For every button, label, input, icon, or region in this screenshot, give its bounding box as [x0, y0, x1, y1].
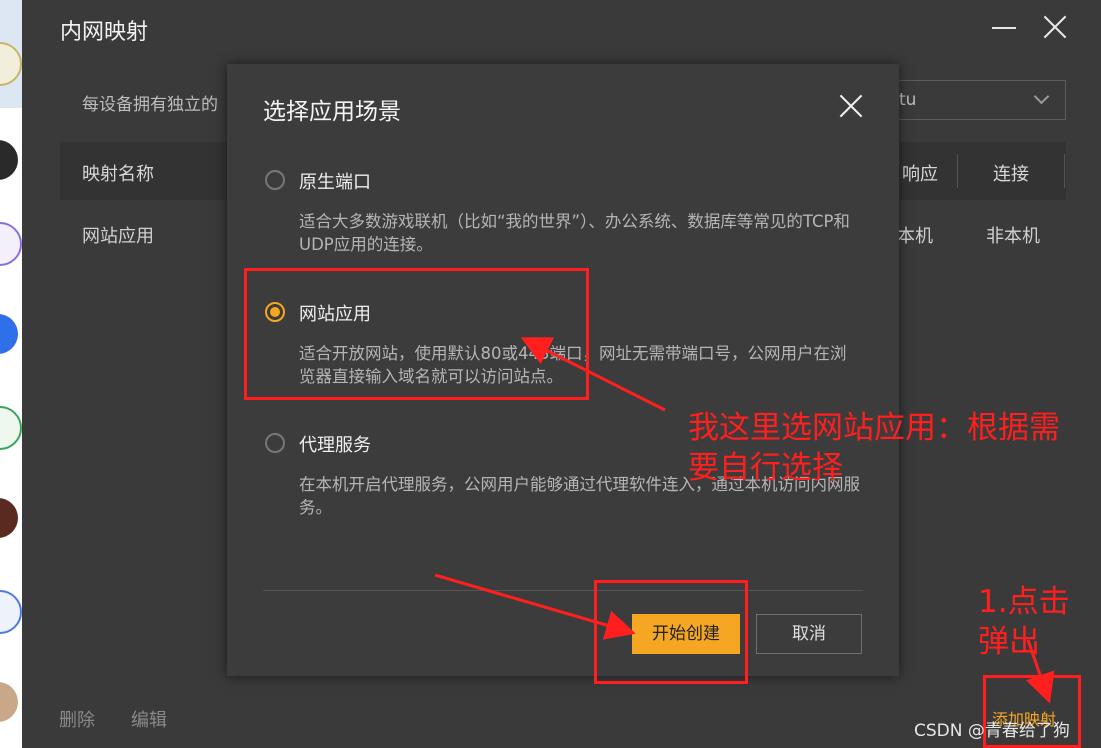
annotation-note-select: 我这里选网站应用：根据需要自行选择: [688, 410, 1060, 486]
annotation-arrows: [434, 337, 1055, 704]
annotation-note-click: 1.点击弹出: [978, 584, 1070, 660]
annotation-arrow: [434, 573, 636, 640]
watermark: CSDN @青春给了狗: [914, 721, 1070, 741]
annotation-arrow: [520, 337, 666, 412]
